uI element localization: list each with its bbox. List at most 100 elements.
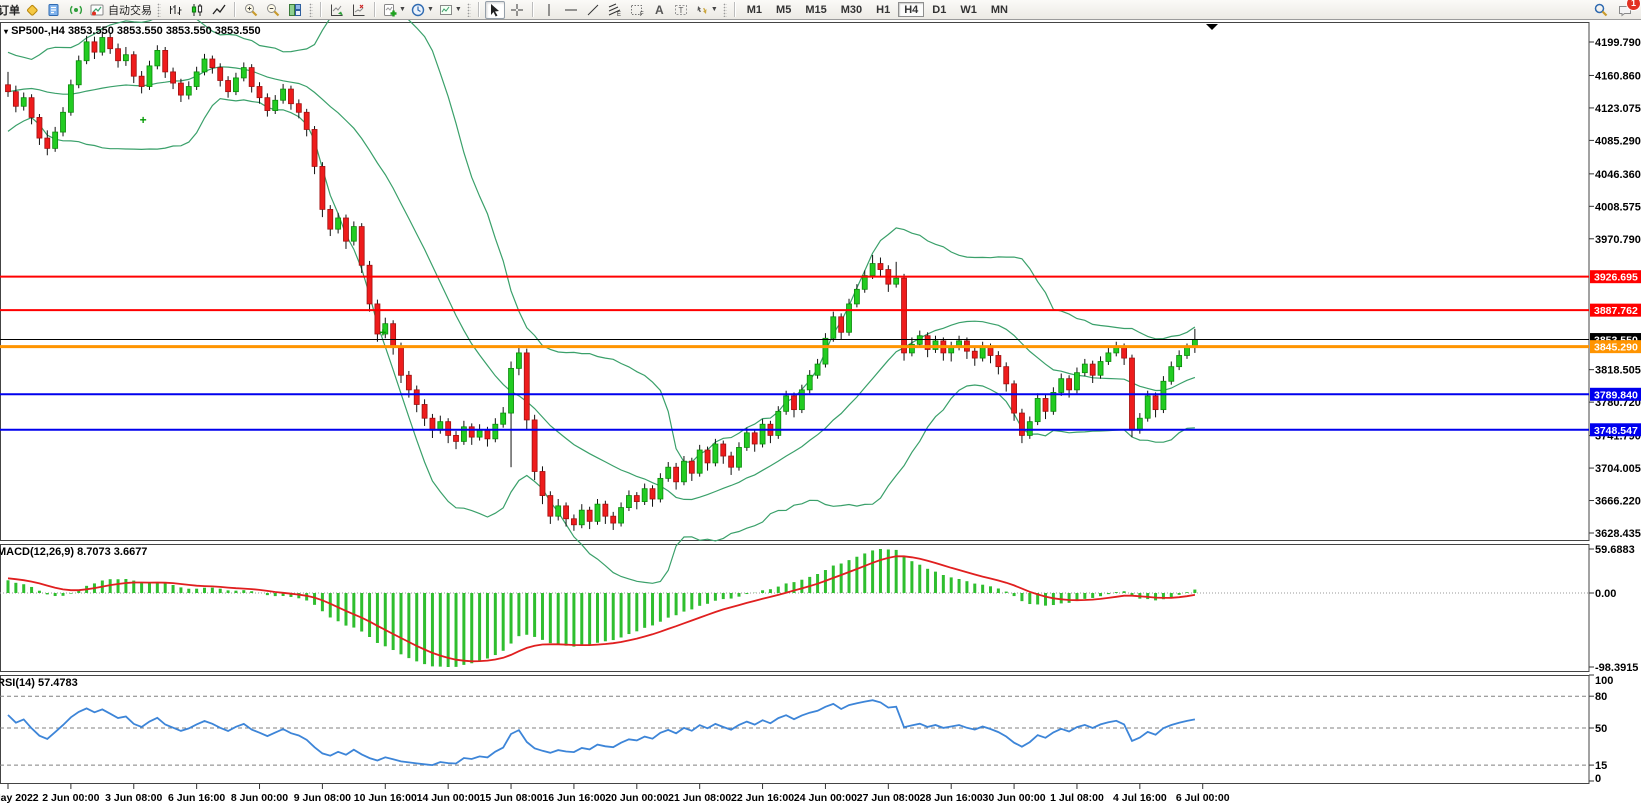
toolbar-separator [374, 2, 376, 17]
timeframe-M15[interactable]: M15 [799, 2, 832, 17]
text-tool-icon[interactable]: A [649, 1, 669, 19]
timeframe-M30[interactable]: M30 [835, 2, 868, 17]
chart-shift-icon[interactable] [349, 1, 369, 19]
autotrading-button[interactable]: 自动交易 [88, 1, 153, 19]
price-box-3926.695: 3926.695 [1590, 270, 1641, 284]
price-box-3887.762: 3887.762 [1590, 304, 1641, 318]
time-axis: 31 May 20222 Jun 00:003 Jun 08:006 Jun 1… [0, 784, 1230, 804]
main-toolbar: 订单 自动交易 ▼ ▼ [0, 0, 1641, 20]
time-tick-label: 10 Jun 16:00 [354, 792, 417, 804]
periods-icon[interactable]: ▼ [409, 1, 435, 19]
autotrading-label: 自动交易 [108, 2, 152, 18]
price-box-3845.290: 3845.290 [1590, 340, 1641, 354]
chart-canvas[interactable]: ++4199.7904160.8604123.0754085.2904046.3… [0, 0, 1641, 810]
metaeditor-icon[interactable] [44, 1, 64, 19]
rsi-tick-label: 100 [1595, 675, 1613, 687]
trendline-tool-icon[interactable] [583, 1, 603, 19]
arrows-tool-icon[interactable]: ▼ [693, 1, 719, 19]
toolbar-right-group: 1 [1593, 2, 1633, 18]
crosshair-icon[interactable] [507, 1, 527, 19]
notifications-chat-icon[interactable]: 1 [1617, 2, 1633, 18]
price-tick-label: 3666.220 [1595, 496, 1641, 508]
symbol-ohlc-label: ▾ SP500-,H4 3853.550 3853.550 3853.550 3… [4, 25, 261, 37]
templates-icon[interactable]: ▼ [437, 1, 463, 19]
time-tick-label: 16 Jun 16:00 [542, 792, 605, 804]
time-tick-label: 2 Jun 00:00 [42, 792, 99, 804]
time-tick-label: 31 May 2022 [0, 792, 39, 804]
price-tick-label: 3818.505 [1595, 365, 1641, 377]
toolbar-grip [723, 3, 727, 17]
macd-tick-label: 0.00 [1595, 588, 1616, 600]
toolbar-separator [234, 2, 236, 17]
time-tick-label: 20 Jun 00:00 [605, 792, 668, 804]
timeframe-H1[interactable]: H1 [870, 2, 896, 17]
rsi-tick-label: 80 [1595, 691, 1607, 703]
rsi-panel[interactable] [1, 676, 1590, 784]
plus-marker[interactable]: + [379, 325, 386, 339]
auto-scroll-icon[interactable] [327, 1, 347, 19]
tile-windows-icon[interactable] [285, 1, 305, 19]
timeframe-D1[interactable]: D1 [926, 2, 952, 17]
zoom-out-icon[interactable] [263, 1, 283, 19]
time-tick-label: 24 Jun 00:00 [794, 792, 857, 804]
toolbar-separator [320, 2, 322, 17]
timeframe-M1[interactable]: M1 [741, 2, 768, 17]
channel-tool-icon[interactable]: F [627, 1, 647, 19]
price-tick-label: 4199.790 [1595, 37, 1641, 49]
svg-text:3748.547: 3748.547 [1594, 425, 1638, 437]
bar-chart-icon[interactable] [165, 1, 185, 19]
price-tick-label: 3628.435 [1595, 528, 1641, 540]
search-icon[interactable] [1593, 2, 1609, 18]
candlestick-chart-icon[interactable] [187, 1, 207, 19]
time-tick-label: 6 Jul 00:00 [1176, 792, 1230, 804]
svg-text:E: E [617, 12, 621, 18]
indicators-icon[interactable]: ▼ [381, 1, 407, 19]
price-tick-label: 3704.005 [1595, 463, 1641, 475]
rsi-tick-label: 15 [1595, 760, 1607, 772]
chevron-down-icon: ▼ [399, 6, 406, 13]
notification-badge: 1 [1626, 0, 1641, 11]
toolbar-separator [532, 2, 534, 17]
svg-text:T: T [678, 6, 683, 15]
svg-text:3845.290: 3845.290 [1594, 342, 1638, 354]
zoom-in-icon[interactable] [241, 1, 261, 19]
time-tick-label: 4 Jul 16:00 [1113, 792, 1167, 804]
signals-icon[interactable] [66, 1, 86, 19]
cursor-icon[interactable] [485, 1, 505, 19]
label-tool-icon[interactable]: T [671, 1, 691, 19]
plus-marker[interactable]: + [140, 113, 147, 127]
timeframe-group: M1M5M15M30H1H4D1W1MN [741, 2, 1014, 17]
time-tick-label: 15 Jun 08:00 [480, 792, 543, 804]
time-tick-label: 21 Jun 08:00 [668, 792, 731, 804]
order-label[interactable]: 订单 [0, 2, 20, 18]
time-tick-label: 28 Jun 16:00 [920, 792, 983, 804]
svg-text:F: F [640, 12, 644, 18]
symbol-dropdown-icon[interactable]: ▾ [4, 27, 8, 36]
new-order-seal-icon[interactable] [22, 1, 42, 19]
time-tick-label: 9 Jun 08:00 [294, 792, 351, 804]
macd-panel[interactable] [1, 545, 1590, 672]
price-tick-label: 4160.860 [1595, 70, 1641, 82]
price-tick-label: 3970.790 [1595, 234, 1641, 246]
time-tick-label: 22 Jun 16:00 [731, 792, 794, 804]
chevron-down-icon: ▼ [711, 6, 718, 13]
price-tick-label: 4008.575 [1595, 201, 1641, 213]
time-tick-label: 1 Jul 08:00 [1050, 792, 1104, 804]
price-tick-label: 4123.075 [1595, 103, 1641, 115]
fibonacci-tool-icon[interactable]: E [605, 1, 625, 19]
timeframe-MN[interactable]: MN [985, 2, 1014, 17]
time-tick-label: 30 Jun 00:00 [983, 792, 1046, 804]
macd-indicator-label: MACD(12,26,9) 8.7073 3.6677 [0, 546, 147, 558]
timeframe-W1[interactable]: W1 [954, 2, 983, 17]
timeframe-H4[interactable]: H4 [898, 2, 924, 17]
timeframe-M5[interactable]: M5 [770, 2, 797, 17]
vertical-line-tool-icon[interactable] [539, 1, 559, 19]
line-chart-icon[interactable] [209, 1, 229, 19]
time-tick-label: 27 Jun 08:00 [857, 792, 920, 804]
horizontal-line-tool-icon[interactable] [561, 1, 581, 19]
toolbar-grip [309, 3, 313, 17]
rsi-tick-label: 0 [1595, 773, 1601, 785]
toolbar-grip [157, 3, 161, 17]
toolbar-grip [467, 3, 471, 17]
price-tick-label: 4085.290 [1595, 135, 1641, 147]
